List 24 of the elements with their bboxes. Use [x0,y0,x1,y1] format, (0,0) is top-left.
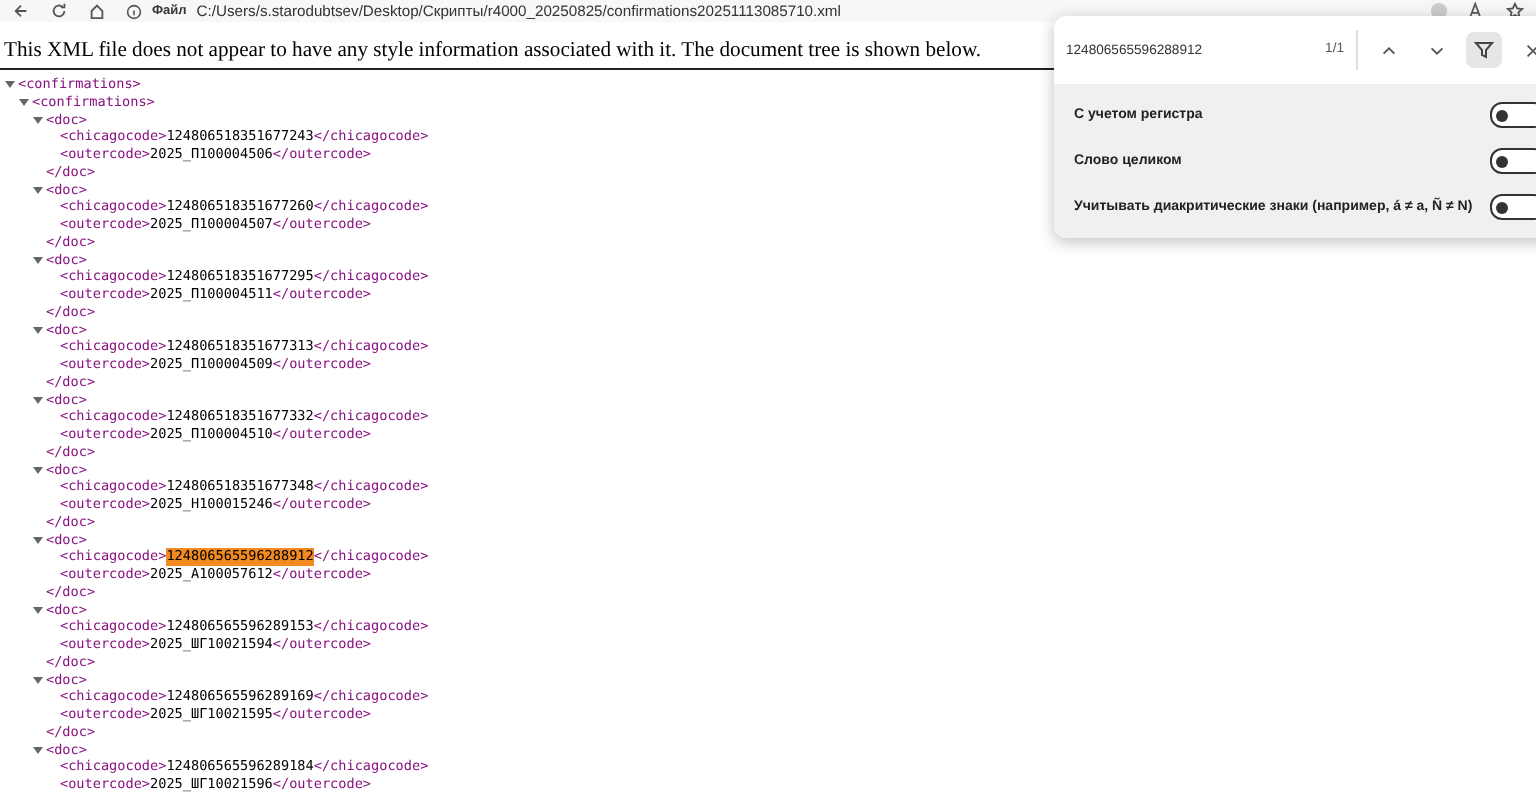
refresh-icon[interactable] [50,2,68,20]
filter-button[interactable] [1466,32,1502,68]
collapse-triangle-icon[interactable] [32,113,44,126]
collapse-triangle-icon[interactable] [32,463,44,476]
collapse-triangle-icon[interactable] [32,743,44,756]
collapse-triangle-icon[interactable] [32,533,44,546]
collapse-triangle-icon[interactable] [32,603,44,616]
collapse-triangle-icon[interactable] [32,253,44,266]
filter-icon [1474,40,1494,60]
back-arrow-icon[interactable] [12,2,30,20]
option-toggle[interactable] [1490,148,1536,174]
option-toggle[interactable] [1490,194,1536,220]
info-icon[interactable] [126,3,142,19]
collapse-triangle-icon[interactable] [32,393,44,406]
collapse-triangle-icon[interactable] [32,323,44,336]
collapse-triangle-icon[interactable] [18,96,30,109]
home-icon[interactable] [88,2,106,20]
option-toggle[interactable] [1490,102,1536,128]
collapse-triangle-icon[interactable] [32,183,44,196]
collapse-triangle-icon[interactable] [4,78,16,91]
close-icon [1523,41,1536,59]
read-aloud-icon[interactable] [1468,2,1486,20]
star-icon[interactable] [1506,2,1524,20]
collapse-triangle-icon[interactable] [32,673,44,686]
